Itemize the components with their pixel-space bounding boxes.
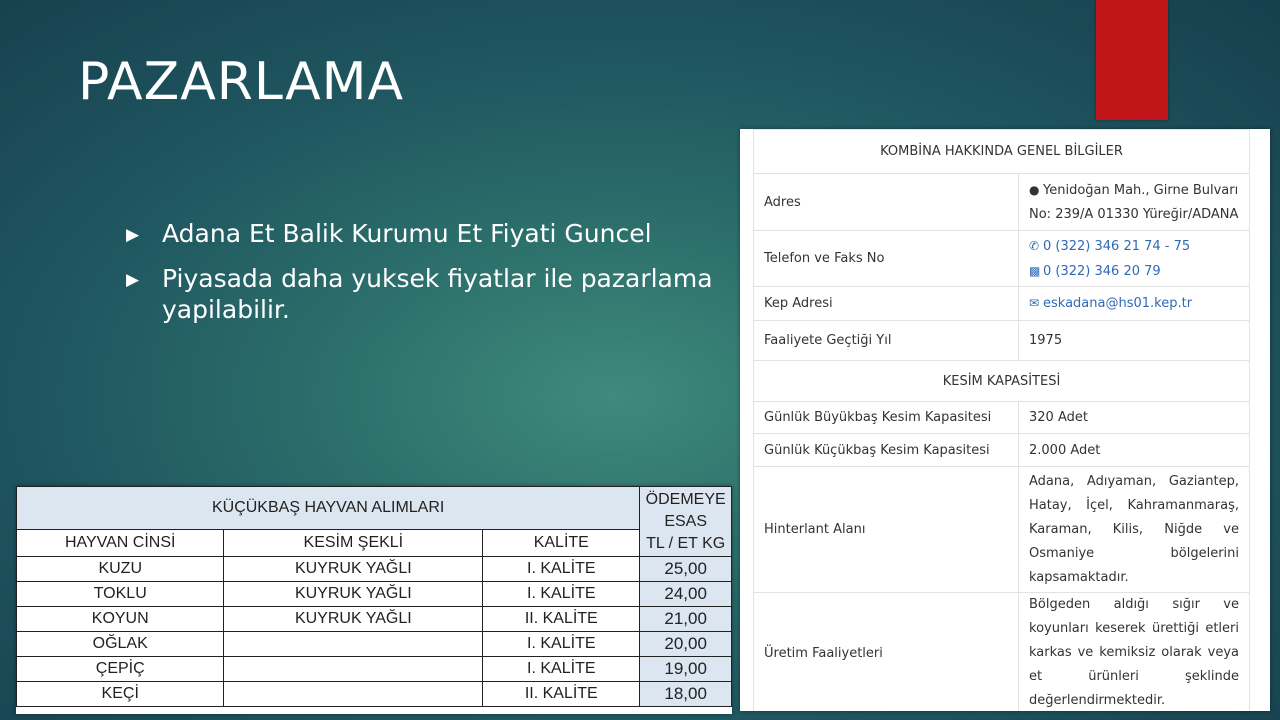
table-row: KUZU KUYRUK YAĞLI I. KALİTE 25,00 — [16, 556, 732, 582]
quality-cell: I. KALİTE — [482, 631, 641, 657]
table-row: TOKLU KUYRUK YAĞLI I. KALİTE 24,00 — [16, 581, 732, 607]
price-cell: 19,00 — [639, 656, 732, 682]
table-row: KEÇİ II. KALİTE 18,00 — [16, 681, 732, 707]
year-label: Faaliyete Geçtiği Yıl — [753, 320, 1019, 361]
animal-cell: ÇEPİÇ — [16, 656, 225, 682]
address-line: No: 239/A 01330 Yüreğir/ADANA — [1029, 206, 1239, 222]
info-table: KOMBİNA HAKKINDA GENEL BİLGİLER Adres ● Y… — [753, 129, 1250, 711]
table-row: ÇEPİÇ I. KALİTE 19,00 — [16, 656, 732, 682]
quality-cell: I. KALİTE — [482, 656, 641, 682]
kep-label: Kep Adresi — [753, 286, 1019, 321]
column-header-quality: KALİTE — [482, 529, 641, 557]
cut-cell: KUYRUK YAĞLI — [223, 581, 484, 607]
info-row: Günlük Büyükbaş Kesim Kapasitesi 320 Ade… — [753, 401, 1250, 434]
price-cell: 24,00 — [639, 581, 732, 607]
small-capacity-value: 2.000 Adet — [1018, 433, 1250, 467]
hinterland-value: Adana, Adıyaman, Gaziantep, Hatay, İçel,… — [1018, 466, 1250, 593]
big-capacity-value: 320 Adet — [1018, 401, 1250, 434]
address-line: Yenidoğan Mah., Girne Bulvarı — [1043, 182, 1239, 198]
quality-cell: II. KALİTE — [482, 681, 641, 707]
column-header-animal: HAYVAN CİNSİ — [16, 529, 225, 557]
quality-cell: II. KALİTE — [482, 606, 641, 632]
small-capacity-label: Günlük Küçükbaş Kesim Kapasitesi — [753, 433, 1019, 467]
accent-bar — [1096, 0, 1168, 120]
info-row: Hinterlant Alanı Adana, Adıyaman, Gazian… — [753, 466, 1250, 593]
animal-cell: OĞLAK — [16, 631, 225, 657]
cut-cell: KUYRUK YAĞLI — [223, 606, 484, 632]
info-row: Telefon ve Faks No ✆ 0 (322) 346 21 74 - … — [753, 230, 1250, 287]
triangle-right-icon: ▶ — [126, 270, 140, 290]
general-info-header: KOMBİNA HAKKINDA GENEL BİLGİLER — [753, 129, 1250, 174]
payment-header-line: TL / ET KG — [646, 534, 726, 552]
production-label: Üretim Faaliyetleri — [753, 592, 1019, 711]
price-cell: 21,00 — [639, 606, 732, 632]
column-header-cut: KESİM ŞEKLİ — [223, 529, 484, 557]
info-row: Faaliyete Geçtiği Yıl 1975 — [753, 320, 1250, 361]
envelope-icon: ✉ — [1029, 296, 1040, 310]
phone-value: ✆ 0 (322) 346 21 74 - 75 ▩ 0 (322) 346 20 … — [1018, 230, 1250, 287]
map-pin-icon: ● — [1029, 182, 1040, 197]
fax-link[interactable]: 0 (322) 346 20 79 — [1043, 264, 1161, 279]
hinterland-label: Hinterlant Alanı — [753, 466, 1019, 593]
table-row: KOYUN KUYRUK YAĞLI II. KALİTE 21,00 — [16, 606, 732, 632]
cut-cell — [223, 681, 484, 707]
price-cell: 18,00 — [639, 681, 732, 707]
address-value: ● Yenidoğan Mah., Girne Bulvarı No: 239/A… — [1018, 173, 1250, 231]
animal-cell: KUZU — [16, 556, 225, 582]
prices-table-image: KÜÇÜKBAŞ HAYVAN ALIMLARI ÖDEMEYE ESAS TL… — [16, 486, 732, 714]
phone-label: Telefon ve Faks No — [753, 230, 1019, 287]
capacity-header: KESİM KAPASİTESİ — [753, 360, 1250, 402]
info-card-image: KOMBİNA HAKKINDA GENEL BİLGİLER Adres ● Y… — [740, 129, 1270, 711]
info-row: Günlük Küçükbaş Kesim Kapasitesi 2.000 A… — [753, 433, 1250, 467]
production-value: Bölgeden aldığı sığır ve koyunları keser… — [1018, 592, 1250, 711]
animal-cell: TOKLU — [16, 581, 225, 607]
section-header-row: KESİM KAPASİTESİ — [753, 360, 1250, 402]
payment-header-line: ÖDEMEYE — [645, 490, 726, 508]
bullet-item: ▶ Piyasada daha yuksek fiyatlar ile paza… — [126, 263, 746, 325]
prices-table: KÜÇÜKBAŞ HAYVAN ALIMLARI ÖDEMEYE ESAS TL… — [16, 486, 732, 707]
payment-header: ÖDEMEYE ESAS TL / ET KG — [639, 486, 732, 557]
payment-header-line: ESAS — [664, 512, 707, 530]
cut-cell: KUYRUK YAĞLI — [223, 556, 484, 582]
triangle-right-icon: ▶ — [126, 225, 140, 245]
section-header-row: KOMBİNA HAKKINDA GENEL BİLGİLER — [753, 129, 1250, 174]
bullet-item: ▶ Adana Et Balik Kurumu Et Fiyati Guncel — [126, 218, 746, 251]
kep-value: ✉ eskadana@hs01.kep.tr — [1018, 286, 1250, 321]
fax-icon: ▩ — [1029, 263, 1041, 278]
quality-cell: I. KALİTE — [482, 581, 641, 607]
animal-cell: KOYUN — [16, 606, 225, 632]
cut-cell — [223, 656, 484, 682]
prices-table-header: KÜÇÜKBAŞ HAYVAN ALIMLARI — [16, 486, 641, 530]
phone-icon: ✆ — [1029, 238, 1040, 253]
address-label: Adres — [753, 173, 1019, 231]
info-row: Adres ● Yenidoğan Mah., Girne Bulvarı No:… — [753, 173, 1250, 231]
bullet-list: ▶ Adana Et Balik Kurumu Et Fiyati Guncel… — [126, 218, 746, 337]
big-capacity-label: Günlük Büyükbaş Kesim Kapasitesi — [753, 401, 1019, 434]
cut-cell — [223, 631, 484, 657]
slide-title: PAZARLAMA — [78, 52, 405, 112]
price-cell: 20,00 — [639, 631, 732, 657]
table-row: OĞLAK I. KALİTE 20,00 — [16, 631, 732, 657]
info-row: Kep Adresi ✉ eskadana@hs01.kep.tr — [753, 286, 1250, 321]
quality-cell: I. KALİTE — [482, 556, 641, 582]
info-row: Üretim Faaliyetleri Bölgeden aldığı sığı… — [753, 592, 1250, 711]
bullet-text: Piyasada daha yuksek fiyatlar ile pazarl… — [162, 264, 713, 324]
year-value: 1975 — [1018, 320, 1250, 361]
animal-cell: KEÇİ — [16, 681, 225, 707]
kep-link[interactable]: eskadana@hs01.kep.tr — [1043, 296, 1192, 311]
price-cell: 25,00 — [639, 556, 732, 582]
bullet-text: Adana Et Balik Kurumu Et Fiyati Guncel — [162, 219, 652, 248]
phone-link[interactable]: 0 (322) 346 21 74 - 75 — [1043, 239, 1190, 254]
